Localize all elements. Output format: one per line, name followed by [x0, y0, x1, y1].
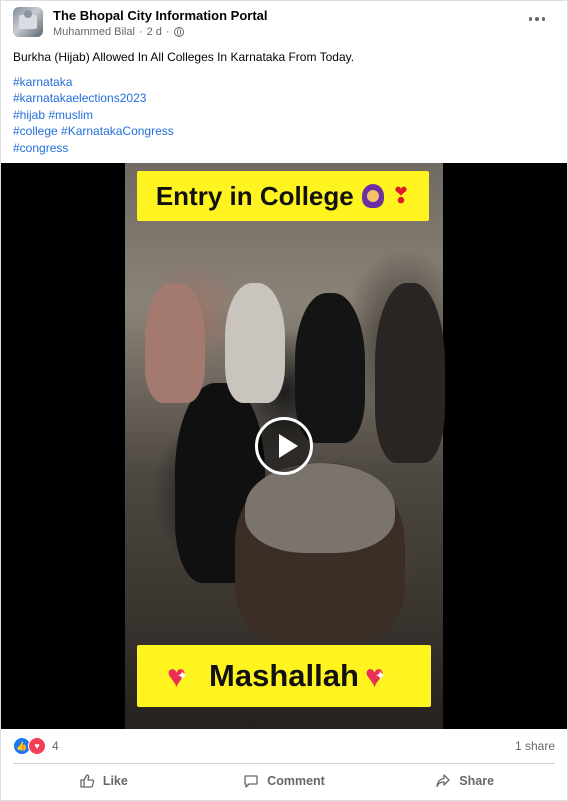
share-button[interactable]: Share [374, 766, 555, 796]
author-name-link[interactable]: Muhammed Bilal [53, 26, 135, 38]
page-avatar[interactable] [13, 7, 43, 37]
share-count-link[interactable]: 1 share [515, 739, 555, 753]
reactions-summary[interactable]: 👍 ♥ 4 [13, 737, 59, 755]
play-icon[interactable] [255, 417, 313, 475]
post-header: The Bhopal City Information Portal Muham… [1, 1, 567, 43]
meta-separator: · [165, 26, 170, 38]
hashtag-link[interactable]: #college #KarnatakaCongress [13, 123, 553, 140]
video-banner-bottom: ♥ ✦ Mashallah ♥ ✦ [137, 645, 431, 707]
crowd-figure-shape [145, 283, 205, 403]
hashtag-link[interactable]: #congress [13, 140, 553, 157]
actions-divider [13, 763, 555, 764]
more-options-icon[interactable] [529, 17, 545, 21]
facebook-post: The Bhopal City Information Portal Muham… [0, 0, 568, 801]
banner-bottom-text: Mashallah [209, 658, 359, 693]
sparkling-heart-icon: ♥ ✦ [167, 658, 188, 694]
heart-icon: ❣ [391, 183, 411, 208]
like-button[interactable]: Like [13, 766, 194, 796]
page-name-link[interactable]: The Bhopal City Information Portal [53, 8, 268, 23]
sparkling-heart-icon: ♥ ✦ [364, 658, 386, 694]
crowd-figure-shape [245, 463, 395, 553]
banner-top-text: Entry in College [155, 180, 354, 211]
crowd-figure-shape [295, 293, 365, 443]
dot-shape [541, 17, 545, 21]
comment-icon [244, 775, 258, 788]
dot-shape [529, 17, 533, 21]
reaction-count: 4 [52, 739, 59, 753]
comment-button-label: Comment [267, 774, 325, 788]
post-timestamp-link[interactable]: 2 d [147, 26, 162, 38]
like-button-label: Like [102, 774, 128, 788]
post-actions: Like Comment Share [13, 766, 555, 796]
video-player[interactable]: Entry in College ❣ ♥ ✦ Mashallah ♥ ✦ [1, 163, 567, 729]
love-reaction-icon: ♥ [28, 737, 46, 755]
hijab-woman-icon [361, 184, 384, 208]
hashtag-link[interactable]: #karnataka [13, 74, 553, 91]
comment-button[interactable]: Comment [194, 766, 375, 796]
crowd-figure-shape [375, 283, 445, 463]
hashtag-list: #karnataka #karnatakaelections2023 #hija… [13, 74, 553, 157]
meta-separator: · [138, 26, 143, 38]
share-arrow-icon [436, 774, 450, 788]
post-caption: Burkha (Hijab) Allowed In All Colleges I… [13, 49, 553, 156]
crowd-figure-shape [225, 283, 285, 403]
dot-shape [535, 17, 539, 21]
hashtag-link[interactable]: #hijab #muslim [13, 107, 553, 124]
avatar-dome-shape [24, 10, 32, 18]
caption-text: Burkha (Hijab) Allowed In All Colleges I… [13, 50, 355, 64]
thumbs-up-icon [80, 774, 95, 788]
post-stats: 👍 ♥ 4 1 share [13, 737, 555, 757]
post-meta: Muhammed Bilal · 2 d · [53, 26, 184, 38]
globe-icon [173, 27, 184, 37]
hashtag-link[interactable]: #karnatakaelections2023 [13, 90, 553, 107]
share-button-label: Share [459, 774, 495, 788]
video-banner-top: Entry in College ❣ [137, 171, 429, 221]
